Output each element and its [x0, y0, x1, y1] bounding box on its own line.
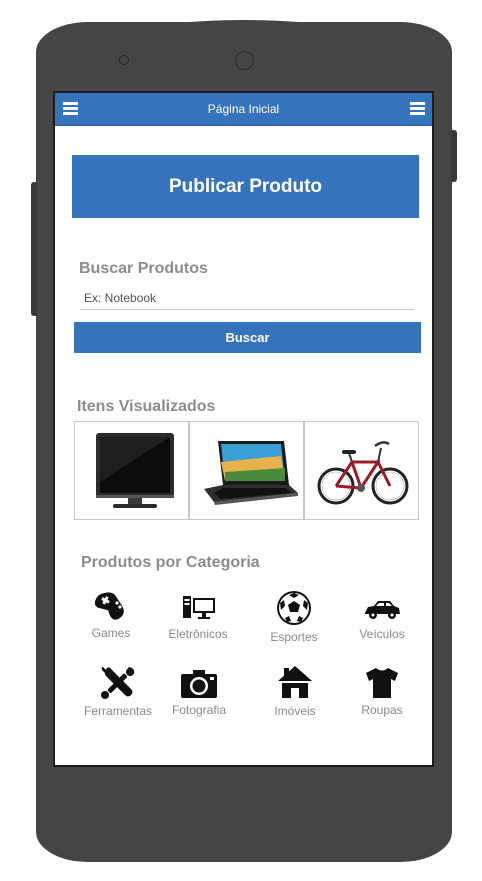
category-veiculos[interactable]: Veículos — [342, 597, 422, 641]
viewed-item-laptop[interactable] — [189, 421, 304, 520]
category-ferramentas[interactable]: Ferramentas — [78, 664, 158, 718]
tools-icon — [101, 666, 135, 699]
volume-button — [31, 182, 37, 316]
publish-product-button[interactable]: Publicar Produto — [72, 155, 419, 218]
viewed-section-title: Itens Visualizados — [77, 398, 216, 415]
app-screen: Página Inicial Publicar Produto Buscar P… — [53, 91, 434, 767]
bicycle-image — [317, 441, 409, 505]
categories-section-title: Produtos por Categoria — [81, 554, 260, 571]
menu-right-icon[interactable] — [410, 102, 425, 115]
power-button — [451, 130, 457, 182]
shirt-icon — [366, 668, 398, 698]
header-bar: Página Inicial — [55, 93, 432, 126]
viewed-item-bicycle[interactable] — [304, 421, 419, 520]
search-section-title: Buscar Produtos — [79, 260, 208, 277]
gamepad-icon — [94, 592, 124, 620]
computer-icon — [183, 596, 215, 619]
tv-image — [96, 433, 174, 508]
category-fotografia[interactable]: Fotografia — [159, 667, 239, 717]
search-button[interactable]: Buscar — [74, 322, 421, 353]
laptop-image — [204, 441, 298, 505]
category-esportes[interactable]: Esportes — [254, 590, 334, 644]
search-input[interactable] — [80, 286, 414, 310]
front-camera — [235, 51, 254, 70]
category-roupas[interactable]: Roupas — [342, 665, 422, 717]
category-imoveis[interactable]: Imóveis — [255, 664, 335, 718]
house-icon — [278, 666, 312, 698]
page-title: Página Inicial — [207, 102, 280, 116]
camera-icon — [181, 670, 217, 698]
proximity-sensor — [119, 55, 129, 65]
soccer-ball-icon — [277, 591, 311, 625]
car-icon — [365, 601, 400, 619]
category-eletronicos[interactable]: Eletrônicos — [158, 593, 238, 641]
viewed-item-tv[interactable] — [74, 421, 189, 520]
category-games[interactable]: Games — [71, 588, 151, 640]
